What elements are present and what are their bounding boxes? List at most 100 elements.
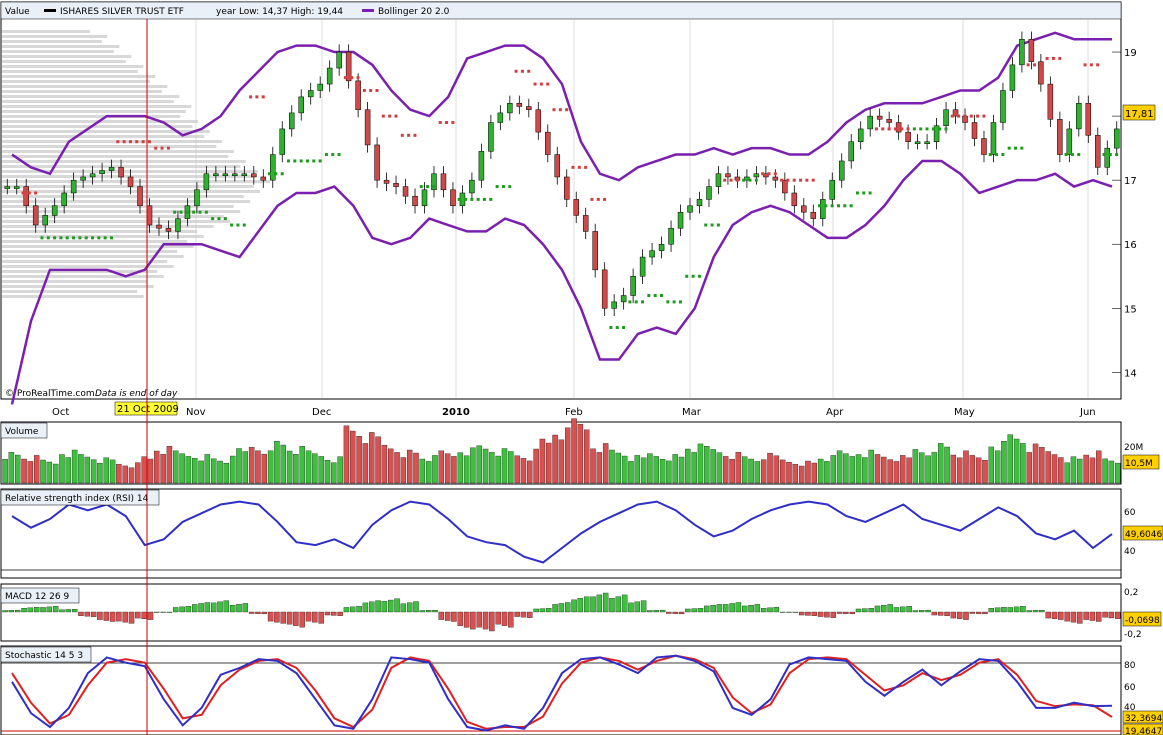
volume-bar-up: [653, 456, 659, 484]
sar-dot-down: [735, 178, 739, 182]
volume-bar-down: [128, 467, 135, 484]
year-range: year Low: 14,37 High: 19,44: [216, 7, 343, 17]
sar-dot-up: [78, 236, 82, 240]
price-tab-label[interactable]: Value: [5, 7, 30, 17]
sar-dot-up: [65, 236, 69, 240]
up-candle: [838, 160, 845, 181]
macd-bar-positive: [375, 600, 381, 613]
macd-bar-positive: [994, 607, 1001, 613]
up-candle: [203, 173, 210, 191]
volume-bar-down: [565, 427, 571, 484]
sar-dot-down: [147, 140, 151, 144]
sar-dot-down: [969, 114, 973, 118]
volume-profile-bar: [2, 290, 138, 293]
volume-bar-up: [59, 454, 65, 484]
macd-bar-negative: [843, 611, 849, 614]
macd-bar-negative: [293, 611, 299, 626]
macd-bar-positive: [855, 608, 862, 613]
volume-bar-up: [305, 450, 312, 484]
sar-dot-up: [305, 159, 309, 163]
sar-dot-up: [716, 223, 720, 227]
down-candle: [601, 269, 608, 309]
macd-bar-negative: [849, 611, 855, 615]
sar-dot-down: [957, 114, 961, 118]
macd-bar-positive: [210, 602, 217, 613]
macd-bar-positive: [166, 611, 173, 613]
macd-bar-negative: [1077, 611, 1083, 624]
sar-dot-up: [464, 197, 468, 201]
sar-dot-up: [1115, 153, 1119, 157]
volume-bar-down: [874, 454, 881, 484]
macd-bar-positive: [1039, 609, 1045, 613]
sar-dot-down: [761, 172, 765, 176]
volume-bar-up: [229, 455, 236, 484]
down-candle: [516, 103, 523, 107]
watermark: © ProRealTime.com: [5, 389, 95, 399]
sar-dot-up: [192, 210, 196, 214]
volume-bar-up: [495, 455, 501, 484]
sar-dot-up: [855, 191, 859, 195]
volume-bar-down: [982, 460, 988, 484]
macd-bar-positive: [716, 604, 723, 613]
volume-profile-bar: [2, 55, 132, 58]
macd-bar-negative: [975, 611, 982, 614]
volume-bar-down: [558, 439, 565, 484]
macd-bar-positive: [653, 610, 659, 613]
down-candle: [573, 199, 579, 216]
macd-bar-positive: [906, 606, 912, 613]
volume-profile-bar: [2, 135, 205, 138]
sar-dot-up: [995, 153, 999, 157]
volume-bar-up: [836, 450, 843, 484]
volume-tick-label: 20M: [1124, 443, 1143, 453]
macd-bar-positive: [71, 609, 78, 613]
sar-dot-down: [27, 191, 31, 195]
macd-bar-negative: [141, 611, 147, 619]
macd-bar-positive: [615, 596, 622, 613]
volume-bar-down: [792, 464, 799, 484]
volume-bar-up: [84, 456, 90, 484]
sar-dot-down: [539, 82, 543, 86]
sar-dot-down: [160, 146, 164, 150]
sar-dot-up: [754, 178, 758, 182]
volume-bar-up: [267, 450, 274, 484]
macd-bar-negative: [324, 611, 331, 616]
macd-bar-negative: [248, 611, 255, 614]
volume-bar-down: [805, 460, 811, 484]
sar-dot-down: [565, 108, 569, 112]
down-candle: [876, 115, 883, 120]
down-candle: [1028, 38, 1035, 62]
sar-dot-down: [546, 82, 550, 86]
macd-bar-negative: [830, 611, 836, 618]
volume-bar-up: [489, 452, 495, 484]
up-candle: [175, 218, 181, 232]
up-candle: [706, 186, 712, 200]
sar-dot-down: [792, 178, 796, 182]
volume-profile-bar: [2, 145, 217, 148]
volume-bar-up: [192, 458, 198, 484]
price-tick-label: 15: [1124, 304, 1137, 315]
up-candle: [677, 211, 684, 229]
volume-profile-bar: [2, 35, 108, 38]
volume-bar-up: [508, 451, 514, 484]
macd-bar-positive: [539, 608, 546, 613]
volume-bar-up: [830, 455, 836, 484]
sar-dot-down: [900, 127, 904, 131]
macd-bar-positive: [659, 609, 666, 613]
sar-dot-down: [394, 114, 398, 118]
volume-bar-up: [1007, 434, 1013, 484]
sar-dot-up: [672, 300, 676, 304]
sar-dot-up: [318, 159, 322, 163]
volume-bar-down: [1039, 447, 1045, 484]
sar-dot-up: [217, 217, 221, 221]
sar-dot-up: [1102, 153, 1106, 157]
volume-bar-down: [369, 432, 375, 484]
volume-bar-up: [223, 463, 230, 484]
up-candle: [820, 199, 826, 219]
sar-dot-up: [685, 274, 689, 278]
volume-bar-up: [919, 452, 925, 484]
volume-bar-down: [956, 457, 963, 484]
macd-bar-negative: [267, 611, 274, 622]
sar-dot-down: [141, 140, 145, 144]
sar-dot-down: [1026, 63, 1030, 67]
sar-dot-up: [280, 172, 284, 176]
